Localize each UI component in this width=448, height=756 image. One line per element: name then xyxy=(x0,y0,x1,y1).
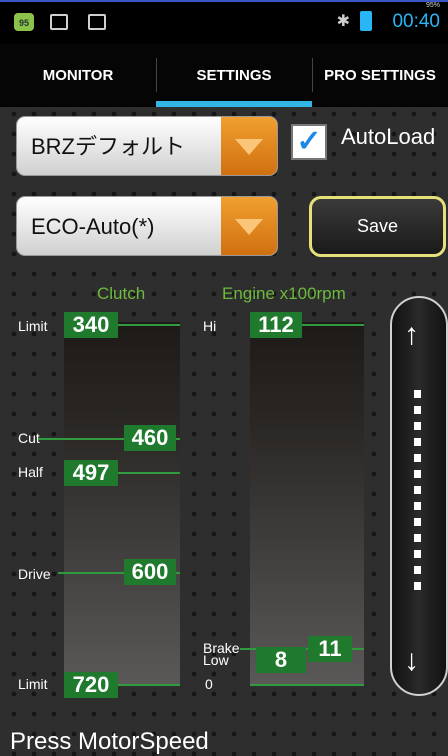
autoload-checkbox[interactable]: ✓ xyxy=(291,124,327,160)
clutch-limit-bottom-line xyxy=(118,684,180,686)
clutch-half-value[interactable]: 497 xyxy=(64,460,118,486)
engine-brake-value[interactable]: 11 xyxy=(308,636,352,662)
profile-spinner-value: BRZデフォルト xyxy=(31,134,186,159)
tab-settings[interactable]: SETTINGS xyxy=(156,44,312,107)
dropdown-arrow-icon xyxy=(221,117,277,175)
engine-low-value[interactable]: 8 xyxy=(256,647,306,673)
engine-slider-track[interactable] xyxy=(250,322,364,686)
profile-spinner[interactable]: BRZデフォルト xyxy=(16,116,278,176)
autoload-label: AutoLoad xyxy=(341,124,436,149)
arrow-down-icon[interactable]: ↓ xyxy=(404,644,419,678)
screen-icon xyxy=(88,14,106,30)
tab-bar: MONITOR SETTINGS PRO SETTINGS xyxy=(0,44,448,107)
clutch-half-line xyxy=(118,472,180,474)
bluetooth-icon: ✱ xyxy=(336,13,350,30)
clutch-limit-top-label: Limit xyxy=(18,318,48,334)
scroll-dots-indicator xyxy=(414,390,424,610)
engine-brake-line-end xyxy=(352,648,364,650)
engine-hi-line xyxy=(302,324,364,326)
dropdown-arrow-icon xyxy=(221,197,277,255)
battery-percent: 95% xyxy=(425,2,440,9)
clutch-cut-line xyxy=(38,438,124,440)
image-icon xyxy=(50,14,68,30)
clutch-cut-value[interactable]: 460 xyxy=(124,425,176,451)
clutch-slider-track[interactable] xyxy=(64,322,180,686)
clutch-limit-bottom-value[interactable]: 720 xyxy=(64,672,118,698)
engine-low-label: Low xyxy=(203,652,229,668)
arrow-up-icon[interactable]: ↑ xyxy=(404,318,419,352)
clutch-cut-line-end xyxy=(176,438,180,440)
press-motor-speed-text: Press MotorSpeed xyxy=(10,728,209,755)
clutch-title: Clutch xyxy=(97,284,146,303)
clutch-limit-bottom-label: Limit xyxy=(18,676,48,692)
tab-pro-settings[interactable]: PRO SETTINGS xyxy=(312,44,448,107)
clutch-drive-label: Drive xyxy=(18,566,51,582)
save-button[interactable]: Save xyxy=(309,196,446,257)
clutch-drive-line-end xyxy=(176,572,180,574)
mode-spinner[interactable]: ECO-Auto(*) xyxy=(16,196,278,256)
clutch-drive-line xyxy=(58,572,124,574)
selected-tab-indicator xyxy=(156,101,312,107)
battery-icon xyxy=(360,11,372,31)
clock: 00:40 xyxy=(392,11,440,32)
mode-spinner-value: ECO-Auto(*) xyxy=(31,214,155,239)
tab-monitor[interactable]: MONITOR xyxy=(0,44,156,107)
clutch-limit-top-line xyxy=(118,324,180,326)
clutch-drive-value[interactable]: 600 xyxy=(124,559,176,585)
engine-hi-value[interactable]: 112 xyxy=(250,312,302,338)
status-bar: 95 ✱ 95% 00:40 xyxy=(0,0,448,44)
clutch-cut-label: Cut xyxy=(18,430,40,446)
status-bar-accent-line xyxy=(0,0,448,2)
engine-zero-label: 0 xyxy=(205,676,213,692)
clutch-half-label: Half xyxy=(18,464,43,480)
checkmark-icon: ✓ xyxy=(296,125,322,158)
engine-title: Engine x100rpm xyxy=(222,284,346,303)
notification-badge-count: 95 xyxy=(18,18,29,28)
clutch-limit-top-value[interactable]: 340 xyxy=(64,312,118,338)
android-badge-icon: 95 xyxy=(14,13,34,31)
engine-zero-line xyxy=(250,684,364,686)
engine-hi-label: Hi xyxy=(203,318,217,334)
